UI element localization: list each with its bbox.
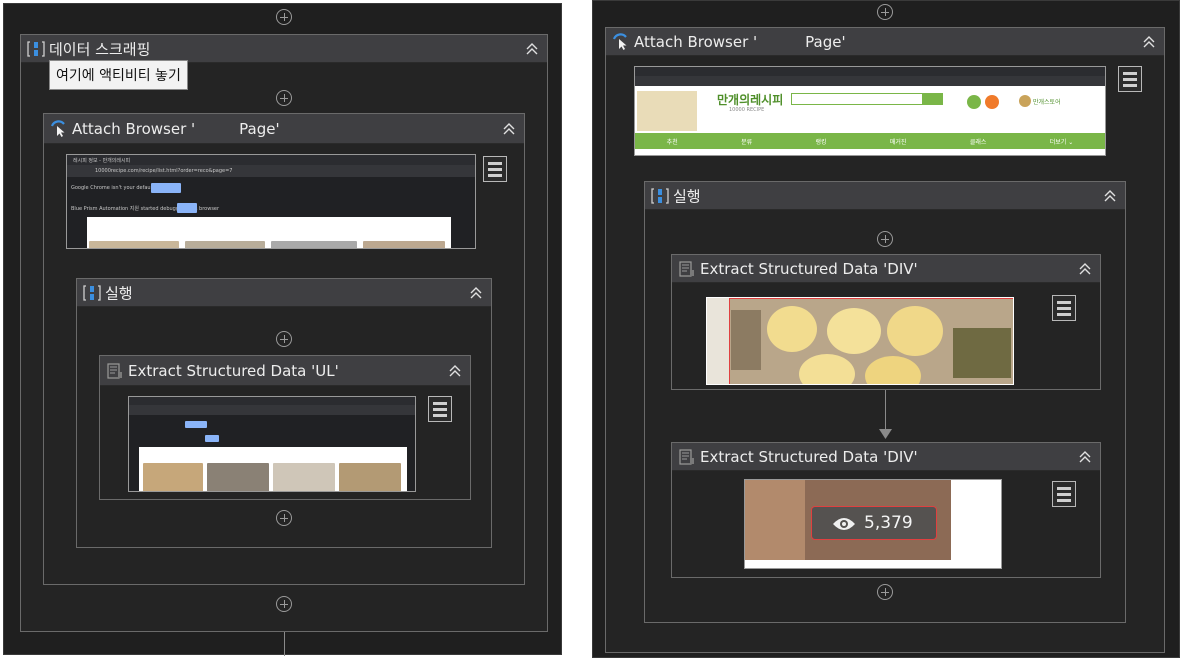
extract-ul-header[interactable]: Extract Structured Data 'UL' [100, 356, 470, 386]
browser-pointer-icon [50, 119, 65, 137]
attach-browser-header[interactable]: Attach Browser ' Page' [606, 28, 1164, 56]
screenshot-options-menu-icon[interactable] [428, 396, 452, 422]
add-activity-plus-icon[interactable] [276, 90, 292, 106]
extract-structured-data-div-block-1[interactable]: Extract Structured Data 'DIV' [671, 254, 1101, 390]
eye-icon [833, 518, 855, 530]
site-logo-sub: 10000 RECIPE [729, 107, 765, 113]
extract-div-1-header[interactable]: Extract Structured Data 'DIV' [672, 255, 1100, 283]
attach-browser-block[interactable]: Attach Browser ' Page' 만개의레시피 10000 RECIP… [605, 27, 1165, 653]
add-activity-plus-icon[interactable] [276, 331, 292, 347]
site-logo: 만개의레시피 [717, 93, 784, 107]
collapse-chevron-icon[interactable] [1078, 450, 1092, 464]
collapse-chevron-icon[interactable] [525, 42, 539, 56]
execute-header[interactable]: 실행 [77, 279, 491, 307]
execute-block[interactable]: 실행 Extract Structured Data 'DIV' Extract… [644, 181, 1126, 623]
attach-browser-screenshot: 레시피 정보 - 만개의레시피 10000recipe.com/recipe/l… [66, 154, 476, 249]
extract-ul-title: Extract Structured Data 'UL' [128, 361, 339, 380]
extract-div-1-title: Extract Structured Data 'DIV' [700, 259, 918, 278]
add-activity-top-plus-icon[interactable] [877, 4, 893, 20]
extract-data-icon [679, 260, 694, 277]
muffin-image-screenshot [706, 297, 1014, 385]
sequence-icon [83, 284, 101, 301]
collapse-chevron-icon[interactable] [1078, 262, 1092, 276]
right-designer-panel: Attach Browser ' Page' 만개의레시피 10000 RECIP… [592, 0, 1180, 658]
collapse-chevron-icon[interactable] [502, 122, 516, 136]
execute-title: 실행 [105, 284, 133, 302]
attach-browser-title: Attach Browser ' Page' [72, 119, 280, 138]
site-nav-item: 랭킹 [815, 138, 827, 146]
collapse-chevron-icon[interactable] [448, 364, 462, 378]
extract-structured-data-ul-block[interactable]: Extract Structured Data 'UL' [99, 355, 471, 500]
attach-browser-header[interactable]: Attach Browser ' Page' [44, 114, 524, 144]
view-count-screenshot: 5,379 [744, 479, 1002, 569]
execute-title: 실행 [673, 187, 701, 205]
attach-browser-title: Attach Browser ' Page' [634, 32, 846, 51]
site-nav-item: 클래스 [969, 138, 987, 146]
site-store-link: 만개스토어 [1033, 99, 1061, 106]
attach-browser-block[interactable]: Attach Browser ' Page' 레시피 정보 - 만개의레시피 10… [43, 113, 525, 585]
site-search-button [923, 93, 943, 105]
data-scraping-title: 데이터 스크래핑 [49, 40, 151, 58]
extract-div-2-header[interactable]: Extract Structured Data 'DIV' [672, 443, 1100, 471]
screenshot-options-menu-icon[interactable] [1052, 481, 1076, 507]
screenshot-options-menu-icon[interactable] [1118, 66, 1142, 92]
execute-block[interactable]: 실행 Extract Structured Data 'UL' [76, 278, 492, 548]
left-designer-panel: 데이터 스크래핑 여기에 액티비티 놓기 Attach Browser ' Pag… [3, 3, 562, 656]
browser-url: 10000recipe.com/recipe/list.html?order=r… [95, 168, 233, 174]
collapse-chevron-icon[interactable] [1103, 189, 1117, 203]
site-search-box [791, 93, 923, 105]
site-nav-bar: 추천 분류 랭킹 매거진 클래스 더보기 ⌄ [635, 133, 1105, 149]
add-activity-plus-icon[interactable] [877, 231, 893, 247]
drop-activity-tooltip: 여기에 액티비티 놓기 [49, 60, 188, 90]
extract-div-2-title: Extract Structured Data 'DIV' [700, 447, 918, 466]
data-scraping-block[interactable]: 데이터 스크래핑 여기에 액티비티 놓기 Attach Browser ' Pag… [20, 34, 548, 632]
site-nav-item: 분류 [741, 138, 753, 146]
connector-line [284, 632, 285, 656]
extract-data-icon [679, 448, 694, 465]
browser-pointer-icon [612, 32, 627, 50]
site-nav-item: 추천 [666, 138, 678, 146]
site-nav-item: 더보기 ⌄ [1049, 138, 1074, 146]
sequence-icon [651, 187, 669, 204]
add-activity-top-plus-icon[interactable] [276, 9, 292, 25]
connector-arrow-icon [879, 429, 892, 439]
collapse-chevron-icon[interactable] [1142, 35, 1156, 49]
recipe-site-screenshot: 만개의레시피 10000 RECIPE 만개스토어 추천 분류 랭킹 매거진 클… [634, 66, 1106, 156]
view-count-value: 5,379 [864, 513, 913, 533]
add-activity-plus-icon[interactable] [276, 596, 292, 612]
extract-structured-data-div-block-2[interactable]: Extract Structured Data 'DIV' 5,379 [671, 442, 1101, 578]
add-activity-plus-icon[interactable] [276, 510, 292, 526]
view-count-pill: 5,379 [811, 506, 937, 540]
set-default-button [151, 183, 181, 193]
collapse-chevron-icon[interactable] [469, 286, 483, 300]
data-scraping-header[interactable]: 데이터 스크래핑 [21, 35, 547, 63]
browser-tab-label: 레시피 정보 - 만개의레시피 [73, 158, 131, 164]
extract-data-icon [107, 362, 122, 379]
extract-ul-screenshot [128, 396, 416, 492]
screenshot-options-menu-icon[interactable] [483, 156, 507, 182]
cancel-debug-button [177, 203, 197, 213]
execute-header[interactable]: 실행 [645, 182, 1125, 210]
add-activity-plus-icon[interactable] [877, 584, 893, 600]
site-nav-item: 매거진 [889, 138, 907, 146]
screenshot-options-menu-icon[interactable] [1052, 295, 1076, 321]
sequence-icon [27, 40, 45, 57]
